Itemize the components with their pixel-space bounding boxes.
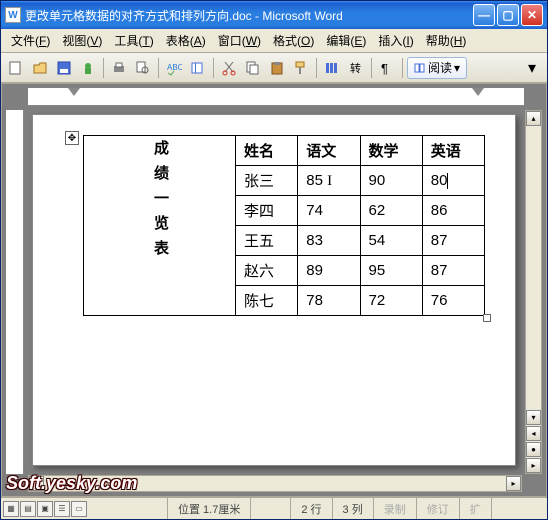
status-bar: ▦ ▤ ▣ ☰ ▭ 位置 1.7厘米 2 行 3 列 录制 修订 扩 (1, 497, 547, 519)
spell-button[interactable]: ABC (163, 57, 185, 79)
status-line: 2 行 (291, 498, 332, 519)
menu-t[interactable]: 工具(T) (108, 30, 159, 51)
horizontal-ruler[interactable] (28, 88, 524, 106)
menu-a[interactable]: 表格(A) (160, 30, 212, 51)
status-position: 位置 1.7厘米 (168, 498, 251, 519)
table-cell[interactable]: 赵六 (236, 256, 298, 286)
table-resize-handle[interactable] (483, 314, 491, 322)
table-cell[interactable]: 85 I (298, 166, 360, 196)
table-title-cell[interactable]: 成绩一览表 (84, 136, 236, 316)
menu-f[interactable]: 文件(F) (5, 30, 56, 51)
format-painter-button[interactable] (290, 57, 312, 79)
toolbar: ABC 转 ¶ 阅读▾ ▾ (1, 53, 547, 83)
table-move-handle[interactable]: ✥ (65, 131, 79, 145)
scroll-down-button[interactable]: ▾ (526, 410, 541, 425)
table-cell[interactable]: 83 (298, 226, 360, 256)
chinese-layout-button[interactable]: 转 (345, 57, 367, 79)
new-button[interactable] (5, 57, 27, 79)
table-cell[interactable]: 89 (298, 256, 360, 286)
status-ext: 扩 (460, 498, 492, 519)
minimize-button[interactable]: — (473, 4, 495, 26)
table-cell[interactable]: 72 (360, 286, 422, 316)
table-header-cell[interactable]: 英语 (422, 136, 484, 166)
status-gap (251, 498, 291, 519)
print-view-button[interactable]: ▣ (37, 501, 53, 517)
reading-layout-button[interactable]: 阅读▾ (407, 57, 467, 79)
table-cell[interactable]: 62 (360, 196, 422, 226)
insertion-cursor (447, 173, 448, 189)
status-rev: 修订 (417, 498, 460, 519)
table-cell[interactable]: 76 (422, 286, 484, 316)
table-cell[interactable]: 86 (422, 196, 484, 226)
text-cursor: I (327, 173, 332, 189)
outline-view-button[interactable]: ☰ (54, 501, 70, 517)
toolbar-options-button[interactable]: ▾ (521, 57, 543, 79)
chevron-down-icon: ▾ (454, 61, 460, 75)
status-column: 3 列 (333, 498, 374, 519)
table-wrapper: ✥ 成绩一览表 姓名 语文 数学 英语 张三85 I9080 李四746286 … (83, 135, 485, 316)
table-header-cell[interactable]: 语文 (298, 136, 360, 166)
table-header-cell[interactable]: 数学 (360, 136, 422, 166)
document-area: ✥ 成绩一览表 姓名 语文 数学 英语 张三85 I9080 李四746286 … (1, 83, 547, 497)
svg-text:¶: ¶ (381, 61, 388, 76)
print-button[interactable] (108, 57, 130, 79)
horizontal-scrollbar[interactable]: ◂ ▸ (28, 475, 522, 492)
svg-text:转: 转 (350, 61, 361, 75)
menu-e[interactable]: 编辑(E) (320, 30, 372, 51)
table-cell[interactable]: 54 (360, 226, 422, 256)
browse-object-button[interactable]: ● (526, 442, 541, 457)
table-header-cell[interactable]: 姓名 (236, 136, 298, 166)
save-button[interactable] (53, 57, 75, 79)
next-page-button[interactable]: ▸ (526, 458, 541, 473)
menu-bar: 文件(F)视图(V)工具(T)表格(A)窗口(W)格式(O)编辑(E)插入(I)… (1, 29, 547, 53)
paragraph-button[interactable]: ¶ (376, 57, 398, 79)
page[interactable]: ✥ 成绩一览表 姓名 语文 数学 英语 张三85 I9080 李四746286 … (32, 114, 516, 466)
table-cell[interactable]: 74 (298, 196, 360, 226)
maximize-button[interactable]: ▢ (497, 4, 519, 26)
vertical-ruler[interactable] (6, 110, 24, 474)
prev-page-button[interactable]: ◂ (526, 426, 541, 441)
table-cell[interactable]: 87 (422, 256, 484, 286)
document-table[interactable]: 成绩一览表 姓名 语文 数学 英语 张三85 I9080 李四746286 王五… (83, 135, 485, 316)
table-cell[interactable]: 95 (360, 256, 422, 286)
table-cell[interactable]: 87 (422, 226, 484, 256)
status-rec: 录制 (374, 498, 417, 519)
preview-button[interactable] (132, 57, 154, 79)
menu-i[interactable]: 插入(I) (372, 30, 419, 51)
scroll-left-button[interactable]: ◂ (29, 476, 44, 491)
menu-o[interactable]: 格式(O) (267, 30, 320, 51)
table-cell[interactable]: 78 (298, 286, 360, 316)
cut-button[interactable] (218, 57, 240, 79)
svg-text:ABC: ABC (167, 63, 182, 72)
table-header-row: 成绩一览表 姓名 语文 数学 英语 (84, 136, 485, 166)
table-cell[interactable]: 李四 (236, 196, 298, 226)
table-cell[interactable]: 张三 (236, 166, 298, 196)
window-title: 更改单元格数据的对齐方式和排列方向.doc - Microsoft Word (25, 7, 473, 24)
copy-button[interactable] (242, 57, 264, 79)
menu-w[interactable]: 窗口(W) (212, 30, 267, 51)
permission-button[interactable] (77, 57, 99, 79)
scroll-right-button[interactable]: ▸ (506, 476, 521, 491)
title-bar[interactable]: W 更改单元格数据的对齐方式和排列方向.doc - Microsoft Word… (1, 1, 547, 29)
vertical-scrollbar[interactable]: ▴ ▾ ◂ ● ▸ (525, 110, 542, 474)
table-cell[interactable]: 王五 (236, 226, 298, 256)
research-button[interactable] (187, 57, 209, 79)
scroll-up-button[interactable]: ▴ (526, 111, 541, 126)
table-cell[interactable]: 陈七 (236, 286, 298, 316)
open-button[interactable] (29, 57, 51, 79)
status-misc (88, 498, 168, 519)
paste-button[interactable] (266, 57, 288, 79)
menu-h[interactable]: 帮助(H) (420, 30, 473, 51)
columns-button[interactable] (321, 57, 343, 79)
word-window: W 更改单元格数据的对齐方式和排列方向.doc - Microsoft Word… (0, 0, 548, 520)
web-view-button[interactable]: ▤ (20, 501, 36, 517)
reading-view-button[interactable]: ▭ (71, 501, 87, 517)
view-buttons: ▦ ▤ ▣ ☰ ▭ (3, 501, 88, 517)
menu-v[interactable]: 视图(V) (56, 30, 108, 51)
table-cell[interactable]: 90 (360, 166, 422, 196)
normal-view-button[interactable]: ▦ (3, 501, 19, 517)
table-cell[interactable]: 80 (422, 166, 484, 196)
app-icon: W (5, 7, 21, 23)
close-button[interactable]: ✕ (521, 4, 543, 26)
